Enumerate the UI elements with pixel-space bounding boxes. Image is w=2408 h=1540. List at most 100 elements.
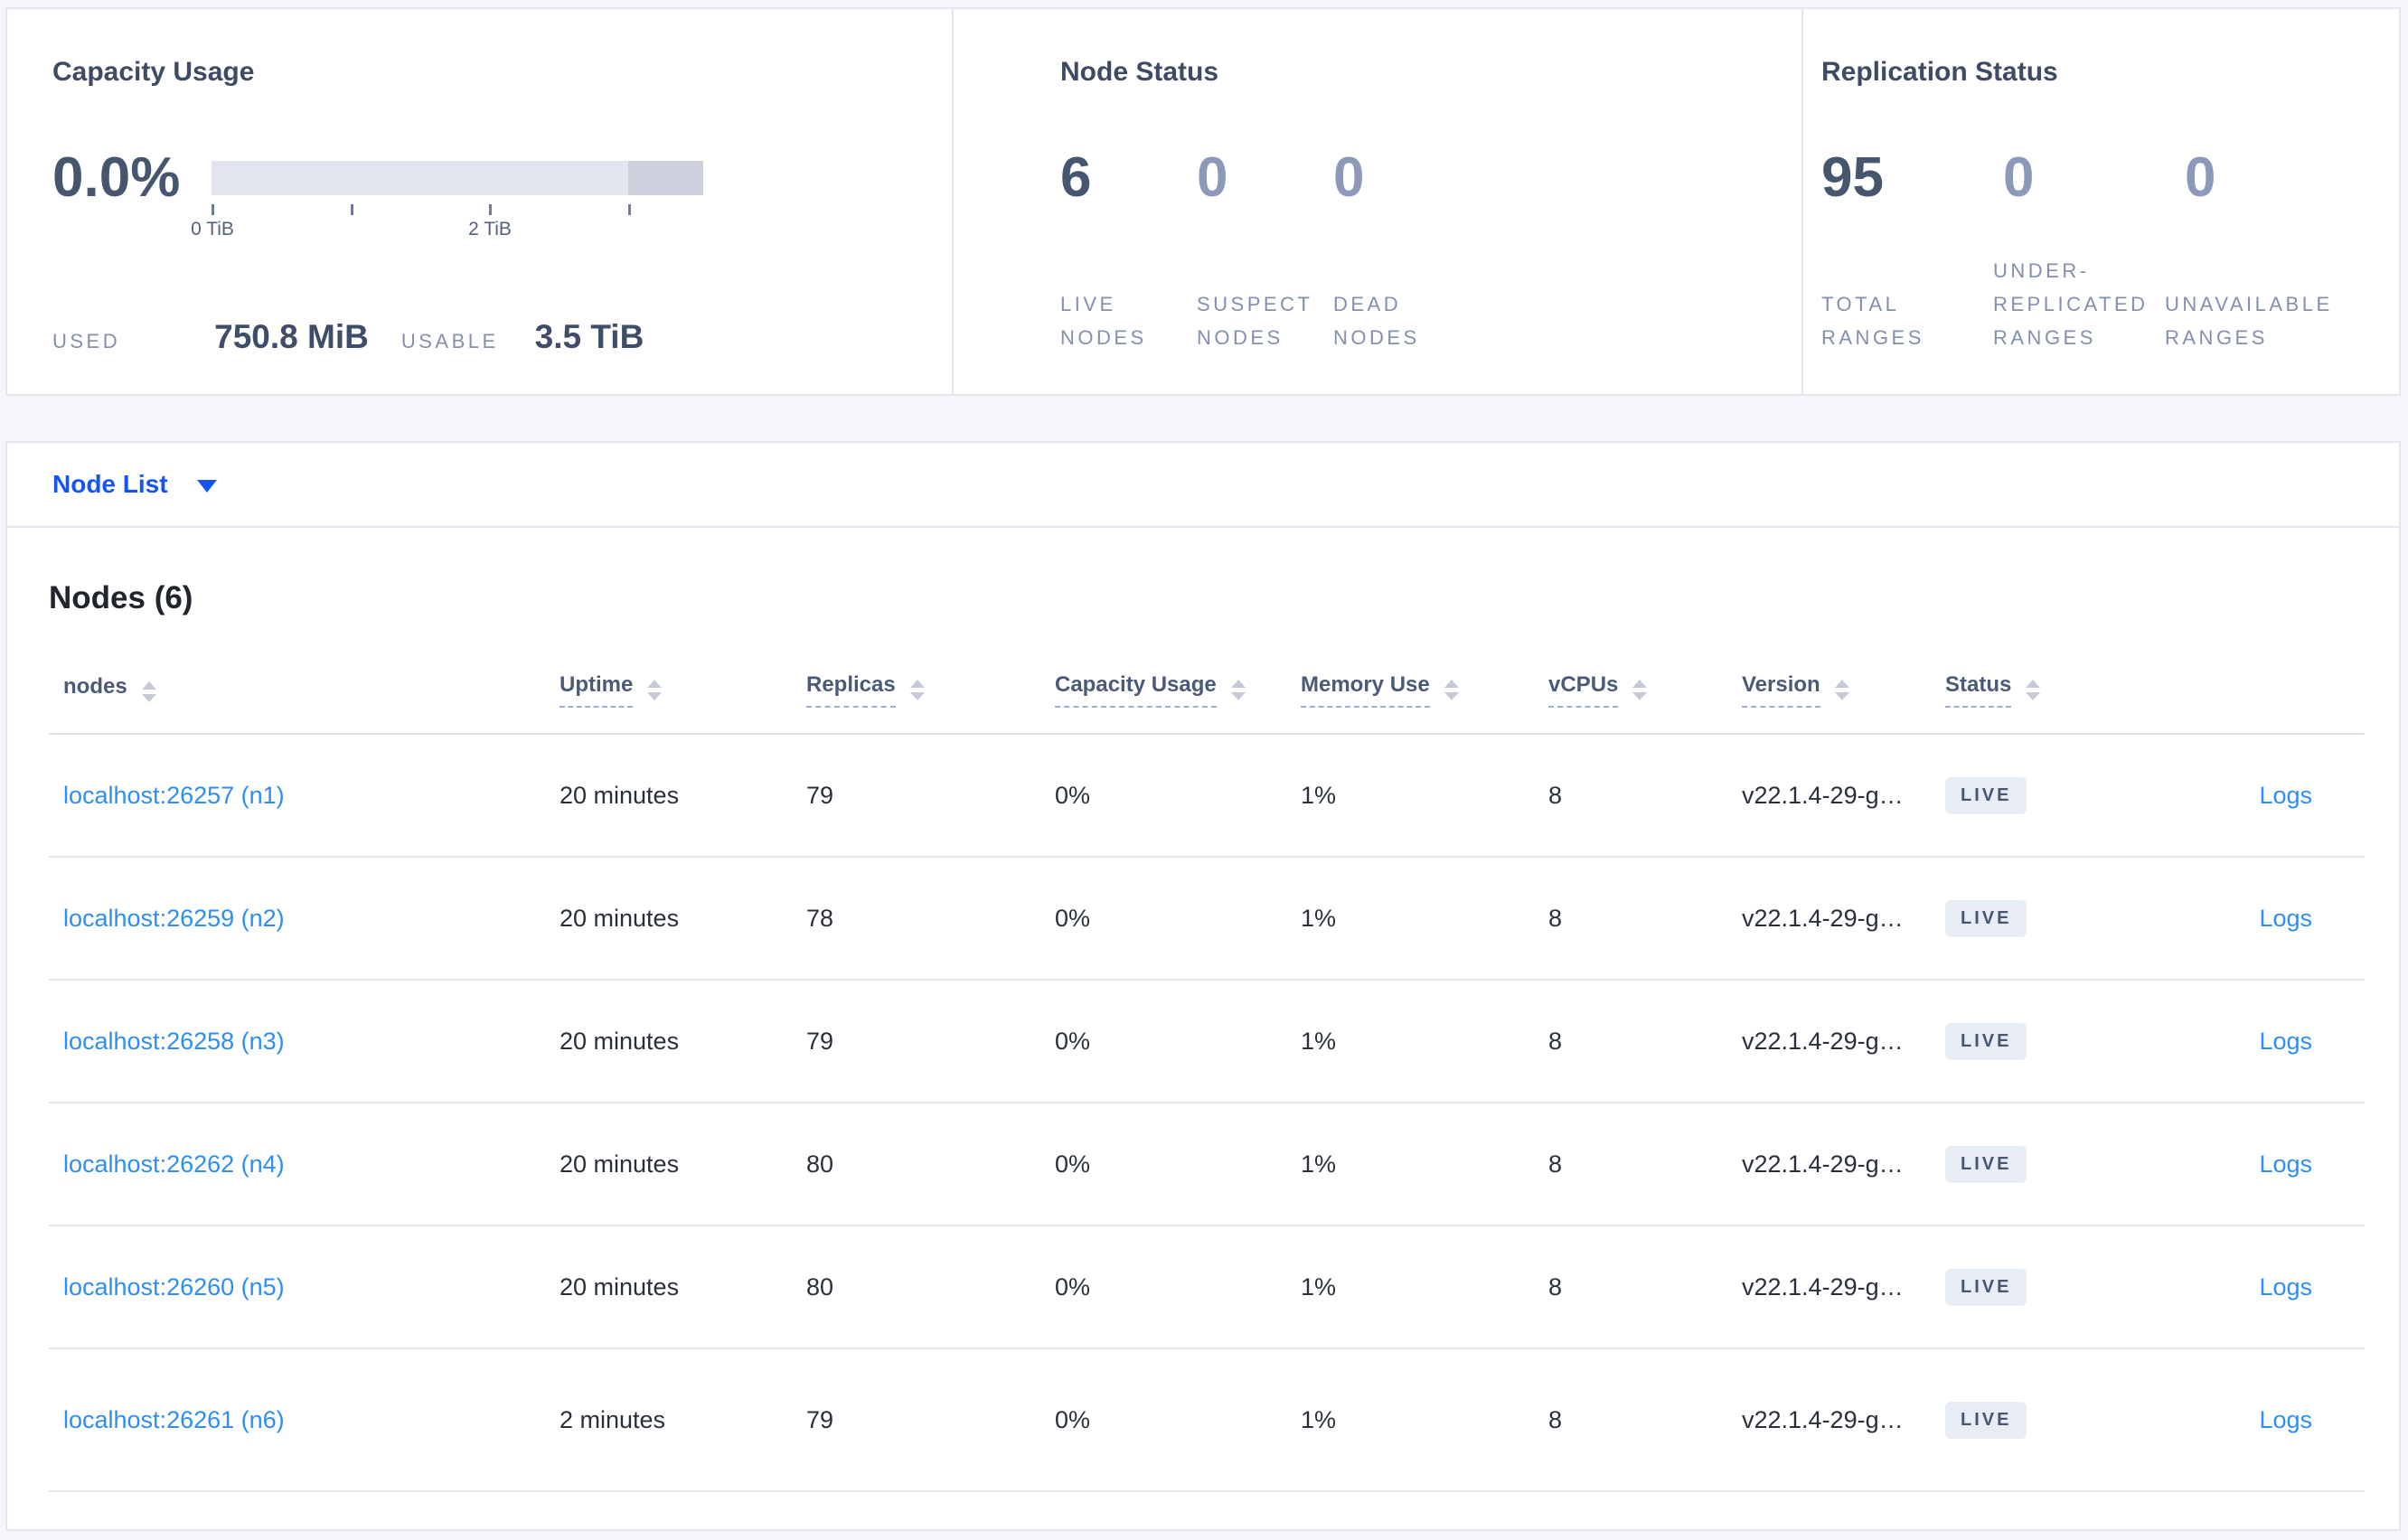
memory-cell: 1% [1301, 857, 1548, 981]
table-row: localhost:26261 (n6) 2 minutes 79 0% 1% … [49, 1348, 2365, 1492]
node-link[interactable]: localhost:26259 (n2) [63, 905, 285, 932]
nodes-heading: Nodes (6) [49, 580, 193, 615]
column-header-vcpus[interactable]: vCPUs [1548, 618, 1742, 735]
memory-cell: 1% [1301, 1348, 1548, 1492]
column-header-memory-use[interactable]: Memory Use [1301, 618, 1548, 735]
replication-values: 95 0 0 [1821, 146, 2399, 210]
capacity-cell: 0% [1055, 1103, 1301, 1226]
capacity-tick [628, 204, 631, 215]
column-header-logs [2189, 618, 2365, 735]
status-badge: LIVE [1945, 776, 2027, 814]
table-row: localhost:26258 (n3) 20 minutes 79 0% 1%… [49, 980, 2365, 1103]
capacity-cell: 0% [1055, 734, 1301, 858]
capacity-stats-row: USED 750.8 MiB USABLE 3.5 TiB [52, 317, 644, 358]
chevron-down-icon [196, 480, 217, 493]
status-badge: LIVE [1945, 1145, 2027, 1183]
logs-link[interactable]: Logs [2259, 1150, 2312, 1178]
column-header-nodes[interactable]: nodes [49, 618, 560, 735]
node-status-title: Node Status [1060, 57, 1219, 87]
live-nodes-label: LIVE NODES [1060, 293, 1147, 349]
version-cell: v22.1.4-29-g… [1742, 1348, 1945, 1492]
capacity-cell: 0% [1055, 1348, 1301, 1492]
table-row: localhost:26259 (n2) 20 minutes 78 0% 1%… [49, 857, 2365, 981]
memory-cell: 1% [1301, 1225, 1548, 1349]
status-badge: LIVE [1945, 1022, 2027, 1060]
node-link[interactable]: localhost:26261 (n6) [63, 1406, 285, 1433]
replication-status-panel: Replication Status 95 0 0 TOTAL RANGES U… [1803, 9, 2399, 394]
capacity-tick-label-0: 0 TiB [191, 219, 234, 239]
table-row: localhost:26262 (n4) 20 minutes 80 0% 1%… [49, 1103, 2365, 1226]
sort-icon [2026, 680, 2041, 700]
total-ranges-label: TOTAL RANGES [1821, 293, 1924, 349]
capacity-bar-reserved-segment [628, 161, 703, 195]
usable-value: 3.5 TiB [534, 318, 644, 355]
logs-link[interactable]: Logs [2259, 1406, 2312, 1433]
column-header-status[interactable]: Status [1945, 618, 2189, 735]
capacity-gauge: 0.0% 0 TiB 2 TiB [52, 146, 952, 239]
replicas-cell: 79 [806, 734, 1055, 858]
node-list-selector[interactable]: Node List [7, 443, 2399, 528]
replication-labels: TOTAL RANGES UNDER-REPLICATED RANGES UNA… [1821, 254, 2337, 354]
capacity-bar: 0 TiB 2 TiB [191, 161, 703, 239]
replicas-cell: 79 [806, 1348, 1055, 1492]
table-header-row: nodes Uptime Replicas Capacity Usage Mem… [49, 618, 2365, 735]
version-cell: v22.1.4-29-g… [1742, 734, 1945, 858]
dead-nodes-label: DEAD NODES [1333, 293, 1420, 349]
nodes-table-section: Nodes (6) nodes Uptime Replicas Capacity… [7, 578, 2399, 1492]
logs-link[interactable]: Logs [2259, 782, 2312, 809]
unavailable-ranges-label: UNAVAILABLE RANGES [2165, 293, 2333, 349]
vcpus-cell: 8 [1548, 857, 1742, 981]
uptime-cell: 20 minutes [560, 1103, 806, 1226]
node-status-values: 6 0 0 [1060, 146, 1801, 210]
capacity-usage-title: Capacity Usage [52, 57, 255, 87]
capacity-cell: 0% [1055, 1225, 1301, 1349]
uptime-cell: 20 minutes [560, 857, 806, 981]
version-cell: v22.1.4-29-g… [1742, 1225, 1945, 1349]
capacity-percent-value: 0.0% [52, 146, 181, 209]
capacity-cell: 0% [1055, 857, 1301, 981]
status-badge: LIVE [1945, 1401, 2027, 1439]
table-row: localhost:26260 (n5) 20 minutes 80 0% 1%… [49, 1225, 2365, 1349]
cluster-summary-card: Capacity Usage 0.0% 0 TiB 2 TiB USED 750… [5, 7, 2401, 396]
replicas-cell: 80 [806, 1103, 1055, 1226]
dead-nodes-value: 0 [1333, 146, 1365, 209]
status-badge: LIVE [1945, 1268, 2027, 1306]
column-header-version[interactable]: Version [1742, 618, 1945, 735]
total-ranges-value: 95 [1821, 146, 1884, 209]
uptime-cell: 20 minutes [560, 734, 806, 858]
column-header-capacity-usage[interactable]: Capacity Usage [1055, 618, 1301, 735]
capacity-usage-panel: Capacity Usage 0.0% 0 TiB 2 TiB USED 750… [7, 9, 954, 394]
node-link[interactable]: localhost:26258 (n3) [63, 1028, 285, 1055]
vcpus-cell: 8 [1548, 1103, 1742, 1226]
status-badge: LIVE [1945, 899, 2027, 937]
capacity-tick-label-2: 2 TiB [468, 219, 512, 239]
logs-link[interactable]: Logs [2259, 1028, 2312, 1055]
column-header-replicas[interactable]: Replicas [806, 618, 1055, 735]
memory-cell: 1% [1301, 1103, 1548, 1226]
column-header-uptime[interactable]: Uptime [560, 618, 806, 735]
replicas-cell: 79 [806, 980, 1055, 1103]
node-link[interactable]: localhost:26262 (n4) [63, 1150, 285, 1178]
vcpus-cell: 8 [1548, 734, 1742, 858]
sort-icon [909, 680, 925, 700]
node-link[interactable]: localhost:26260 (n5) [63, 1273, 285, 1301]
used-value: 750.8 MiB [214, 318, 369, 355]
suspect-nodes-value: 0 [1197, 146, 1228, 209]
used-label: USED [52, 330, 121, 352]
vcpus-cell: 8 [1548, 980, 1742, 1103]
node-link[interactable]: localhost:26257 (n1) [63, 782, 285, 809]
usable-label: USABLE [400, 330, 499, 352]
unavailable-ranges-value: 0 [2185, 146, 2216, 209]
logs-link[interactable]: Logs [2259, 905, 2312, 932]
logs-link[interactable]: Logs [2259, 1273, 2312, 1301]
replication-status-title: Replication Status [1821, 57, 2058, 87]
under-replicated-ranges-value: 0 [2003, 146, 2035, 209]
uptime-cell: 2 minutes [560, 1348, 806, 1492]
uptime-cell: 20 minutes [560, 980, 806, 1103]
version-cell: v22.1.4-29-g… [1742, 857, 1945, 981]
memory-cell: 1% [1301, 734, 1548, 858]
capacity-tick [489, 204, 492, 215]
node-status-panel: Node Status 6 0 0 LIVE NODES SUSPECT NOD… [954, 9, 1803, 394]
node-status-labels: LIVE NODES SUSPECT NODES DEAD NODES [1060, 287, 1470, 354]
version-cell: v22.1.4-29-g… [1742, 1103, 1945, 1226]
